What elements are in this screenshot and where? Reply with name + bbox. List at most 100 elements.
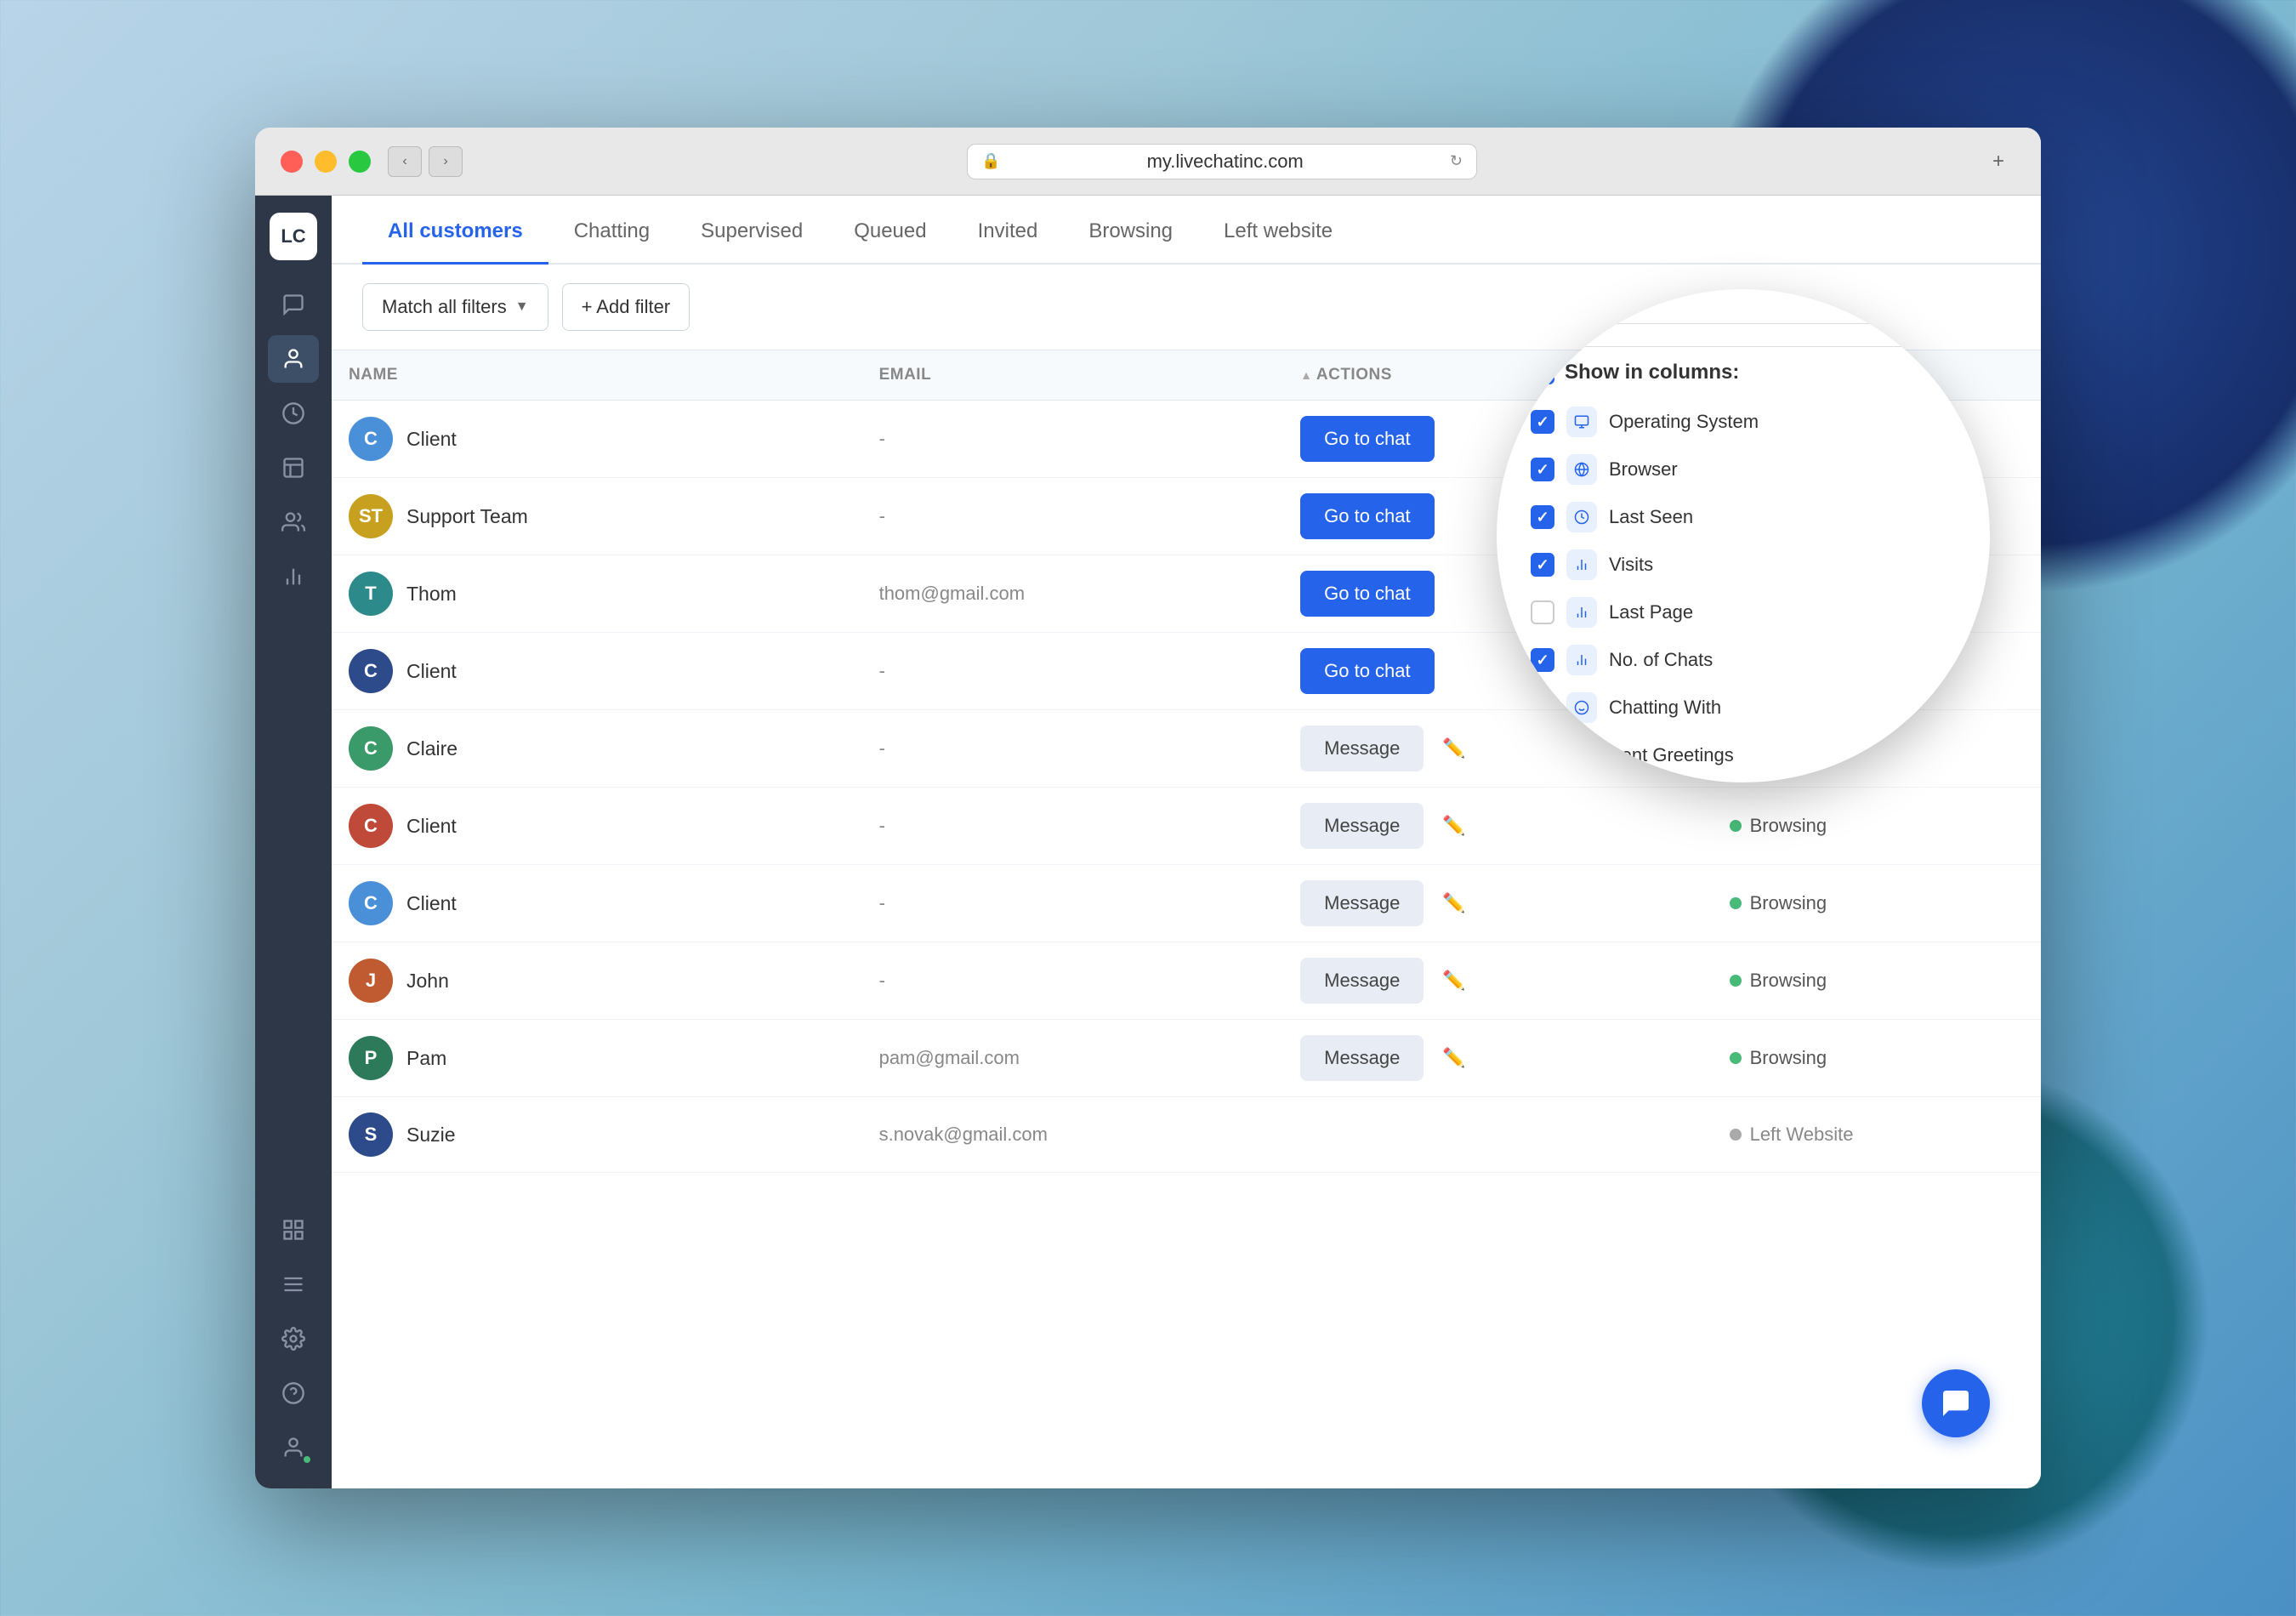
match-filter-dropdown[interactable]: Match all filters ▼ bbox=[362, 283, 548, 331]
sidebar-item-customers[interactable] bbox=[268, 335, 319, 383]
customer-name: Suzie bbox=[406, 1124, 456, 1147]
activity-cell: Left Website bbox=[1713, 1097, 2041, 1173]
column-icon bbox=[1566, 549, 1597, 580]
email-cell: - bbox=[862, 401, 1284, 478]
column-selector-item[interactable]: Operating System bbox=[1531, 398, 1947, 446]
tab-left-website[interactable]: Left website bbox=[1198, 196, 1358, 265]
status-text: Browsing bbox=[1750, 1047, 1827, 1069]
message-button[interactable]: Message bbox=[1300, 725, 1424, 771]
column-selector-panel: Show in columns: Operating System Browse… bbox=[1497, 289, 1990, 782]
sidebar-item-chats[interactable] bbox=[268, 281, 319, 328]
name-cell: ST Support Team bbox=[349, 494, 845, 538]
column-selector-item[interactable]: Chatting With bbox=[1531, 684, 1947, 731]
status-text: Browsing bbox=[1750, 815, 1827, 837]
column-checkbox[interactable] bbox=[1531, 505, 1554, 529]
edit-icon[interactable]: ✏️ bbox=[1435, 963, 1472, 999]
table-row: S Suzie s.novak@gmail.com Left Website bbox=[332, 1097, 2041, 1173]
status-dot bbox=[1730, 1129, 1742, 1141]
avatar: T bbox=[349, 572, 393, 616]
column-selector-item[interactable]: Visits bbox=[1531, 541, 1947, 589]
avatar: ST bbox=[349, 494, 393, 538]
sidebar-item-menu[interactable] bbox=[268, 1260, 319, 1308]
customer-name: Client bbox=[406, 815, 457, 838]
edit-icon[interactable]: ✏️ bbox=[1435, 808, 1472, 844]
nav-buttons: ‹ › bbox=[388, 146, 463, 177]
sidebar-item-help[interactable] bbox=[268, 1369, 319, 1417]
sidebar-item-agent[interactable] bbox=[268, 1424, 319, 1471]
edit-icon[interactable]: ✏️ bbox=[1435, 1040, 1472, 1076]
message-button[interactable]: Message bbox=[1300, 1035, 1424, 1081]
column-selector-item[interactable]: Last Page bbox=[1531, 589, 1947, 636]
table-row: P Pam pam@gmail.com Message ✏️ Browsing bbox=[332, 1020, 2041, 1097]
name-cell: T Thom bbox=[349, 572, 845, 616]
lock-icon: 🔒 bbox=[981, 152, 1000, 170]
sidebar-item-apps[interactable] bbox=[268, 1206, 319, 1254]
status-dot bbox=[1730, 1052, 1742, 1064]
column-icon bbox=[1566, 407, 1597, 437]
sidebar-item-reports[interactable] bbox=[268, 553, 319, 600]
column-checkbox[interactable] bbox=[1531, 600, 1554, 624]
add-filter-label: + Add filter bbox=[582, 296, 671, 318]
customer-name: Claire bbox=[406, 737, 457, 760]
back-button[interactable]: ‹ bbox=[388, 146, 422, 177]
url-display: my.livechatinc.com bbox=[1009, 151, 1441, 173]
add-filter-button[interactable]: + Add filter bbox=[562, 283, 691, 331]
message-button[interactable]: Message bbox=[1300, 803, 1424, 849]
traffic-lights bbox=[281, 151, 371, 173]
status-dot bbox=[1730, 897, 1742, 909]
customer-name: Client bbox=[406, 428, 457, 451]
forward-button[interactable]: › bbox=[429, 146, 463, 177]
name-cell: P Pam bbox=[349, 1036, 845, 1080]
email-cell: - bbox=[862, 788, 1284, 865]
status-text: Left Website bbox=[1750, 1124, 1854, 1146]
column-selector-item[interactable]: No. of Chats bbox=[1531, 636, 1947, 684]
actions-cell: Message ✏️ bbox=[1283, 1020, 1712, 1097]
tab-supervised[interactable]: Supervised bbox=[675, 196, 828, 265]
col-name: NAME bbox=[332, 350, 862, 401]
left-sidebar: LC bbox=[255, 196, 332, 1488]
tab-queued[interactable]: Queued bbox=[828, 196, 952, 265]
message-button[interactable]: Message bbox=[1300, 880, 1424, 926]
sidebar-item-team[interactable] bbox=[268, 498, 319, 546]
email-cell: - bbox=[862, 478, 1284, 555]
tab-chatting[interactable]: Chatting bbox=[548, 196, 675, 265]
tab-browsing[interactable]: Browsing bbox=[1063, 196, 1198, 265]
customer-name: Thom bbox=[406, 583, 457, 606]
go-to-chat-button[interactable]: Go to chat bbox=[1300, 416, 1435, 462]
sidebar-item-settings[interactable] bbox=[268, 1315, 319, 1363]
close-button[interactable] bbox=[281, 151, 303, 173]
edit-icon[interactable]: ✏️ bbox=[1435, 885, 1472, 921]
column-label: Chatting With bbox=[1609, 697, 1721, 719]
name-cell: C Client bbox=[349, 881, 845, 925]
name-cell: S Suzie bbox=[349, 1112, 845, 1157]
match-filter-label: Match all filters bbox=[382, 296, 507, 318]
chevron-down-icon: ▼ bbox=[515, 299, 529, 315]
column-checkbox[interactable] bbox=[1531, 458, 1554, 481]
email-cell: - bbox=[862, 942, 1284, 1020]
column-checkbox[interactable] bbox=[1531, 410, 1554, 434]
address-bar[interactable]: 🔒 my.livechatinc.com ↻ bbox=[967, 144, 1477, 179]
go-to-chat-button[interactable]: Go to chat bbox=[1300, 571, 1435, 617]
go-to-chat-button[interactable]: Go to chat bbox=[1300, 493, 1435, 539]
tab-invited[interactable]: Invited bbox=[952, 196, 1064, 265]
avatar: C bbox=[349, 881, 393, 925]
column-selector-item[interactable]: Browser bbox=[1531, 446, 1947, 493]
activity-cell: Browsing bbox=[1713, 788, 2041, 865]
name-cell: C Client bbox=[349, 804, 845, 848]
column-checkbox[interactable] bbox=[1531, 553, 1554, 577]
avatar: C bbox=[349, 417, 393, 461]
column-selector-item[interactable]: Last Seen bbox=[1531, 493, 1947, 541]
maximize-button[interactable] bbox=[349, 151, 371, 173]
sidebar-item-tickets[interactable] bbox=[268, 444, 319, 492]
name-cell: J John bbox=[349, 959, 845, 1003]
tab-all-customers[interactable]: All customers bbox=[362, 196, 548, 265]
minimize-button[interactable] bbox=[315, 151, 337, 173]
go-to-chat-button[interactable]: Go to chat bbox=[1300, 648, 1435, 694]
add-tab-button[interactable]: + bbox=[1981, 145, 2015, 179]
chat-support-button[interactable] bbox=[1922, 1369, 1990, 1437]
refresh-icon[interactable]: ↻ bbox=[1450, 152, 1463, 170]
edit-icon[interactable]: ✏️ bbox=[1435, 731, 1472, 766]
customer-name: Support Team bbox=[406, 505, 528, 528]
message-button[interactable]: Message bbox=[1300, 958, 1424, 1004]
sidebar-item-history[interactable] bbox=[268, 390, 319, 437]
